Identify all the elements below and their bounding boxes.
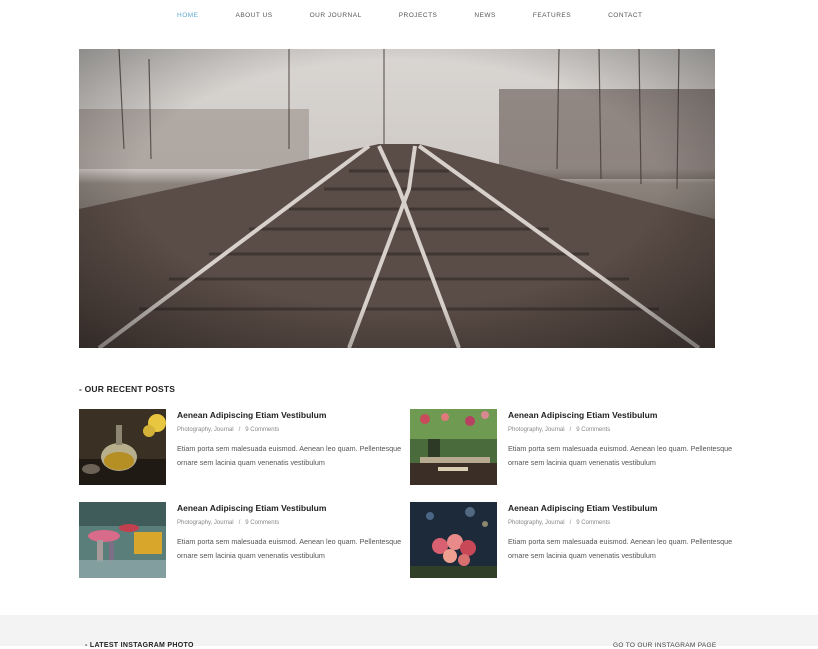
recent-posts-heading: - OUR RECENT POSTS bbox=[79, 384, 176, 394]
nav-item-news[interactable]: NEWS bbox=[474, 12, 496, 19]
post-meta: Photography, Journal / 9 Comments bbox=[508, 427, 610, 433]
post-card: Aenean Adipiscing Etiam Vestibulum Photo… bbox=[79, 409, 402, 486]
post-comments[interactable]: 9 Comments bbox=[576, 520, 610, 526]
instagram-section: - LATEST INSTAGRAM PHOTO GO TO OUR INSTA… bbox=[0, 615, 818, 649]
meta-separator: / bbox=[238, 520, 241, 526]
nav-item-features[interactable]: FEATURES bbox=[533, 12, 571, 19]
post-excerpt: Etiam porta sem malesuada euismod. Aenea… bbox=[508, 444, 733, 467]
post-category[interactable]: Photography, Journal bbox=[508, 520, 565, 526]
post-excerpt: Etiam porta sem malesuada euismod. Aenea… bbox=[177, 444, 402, 467]
post-title[interactable]: Aenean Adipiscing Etiam Vestibulum bbox=[177, 503, 326, 513]
hero-image bbox=[79, 49, 715, 348]
post-meta: Photography, Journal / 9 Comments bbox=[177, 520, 279, 526]
meta-separator: / bbox=[569, 520, 572, 526]
meta-separator: / bbox=[569, 427, 572, 433]
nav-item-home[interactable]: HOME bbox=[177, 12, 199, 19]
main-nav: HOME ABOUT US OUR JOURNAL PROJECTS NEWS … bbox=[0, 0, 818, 32]
post-thumbnail-roses[interactable] bbox=[410, 502, 497, 578]
nav-item-about-us[interactable]: ABOUT US bbox=[236, 12, 273, 19]
post-excerpt: Etiam porta sem malesuada euismod. Aenea… bbox=[177, 537, 402, 560]
post-excerpt: Etiam porta sem malesuada euismod. Aenea… bbox=[508, 537, 733, 560]
post-title[interactable]: Aenean Adipiscing Etiam Vestibulum bbox=[177, 410, 326, 420]
post-comments[interactable]: 9 Comments bbox=[245, 520, 279, 526]
post-card: Aenean Adipiscing Etiam Vestibulum Photo… bbox=[410, 409, 733, 486]
post-category[interactable]: Photography, Journal bbox=[508, 427, 565, 433]
post-title[interactable]: Aenean Adipiscing Etiam Vestibulum bbox=[508, 503, 657, 513]
post-thumbnail-cafe[interactable] bbox=[410, 409, 497, 485]
nav-item-contact[interactable]: CONTACT bbox=[608, 12, 642, 19]
post-thumbnail-teapot[interactable] bbox=[79, 409, 166, 485]
post-card: Aenean Adipiscing Etiam Vestibulum Photo… bbox=[410, 502, 733, 579]
post-meta: Photography, Journal / 9 Comments bbox=[177, 427, 279, 433]
post-category[interactable]: Photography, Journal bbox=[177, 520, 234, 526]
meta-separator: / bbox=[238, 427, 241, 433]
nav-item-projects[interactable]: PROJECTS bbox=[399, 12, 438, 19]
post-meta: Photography, Journal / 9 Comments bbox=[508, 520, 610, 526]
post-card: Aenean Adipiscing Etiam Vestibulum Photo… bbox=[79, 502, 402, 579]
post-comments[interactable]: 9 Comments bbox=[576, 427, 610, 433]
nav-menu: HOME ABOUT US OUR JOURNAL PROJECTS NEWS … bbox=[177, 12, 680, 19]
post-title[interactable]: Aenean Adipiscing Etiam Vestibulum bbox=[508, 410, 657, 420]
post-category[interactable]: Photography, Journal bbox=[177, 427, 234, 433]
nav-item-our-journal[interactable]: OUR JOURNAL bbox=[310, 12, 362, 19]
post-comments[interactable]: 9 Comments bbox=[245, 427, 279, 433]
post-thumbnail-rainy-street[interactable] bbox=[79, 502, 166, 578]
